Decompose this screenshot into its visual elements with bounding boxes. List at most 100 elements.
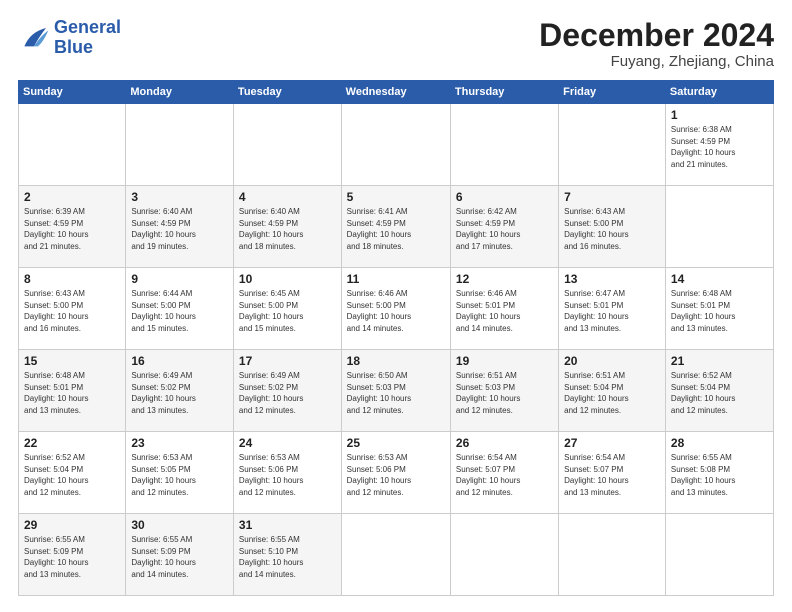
calendar-cell: 18 Sunrise: 6:50 AM Sunset: 5:03 PM Dayli… (341, 350, 450, 432)
calendar-cell: 16Sunrise: 6:49 AM Sunset: 5:02 PM Dayli… (126, 350, 234, 432)
calendar-cell: 1 Sunrise: 6:38 AM Sunset: 4:59 PM Daylig… (665, 104, 773, 186)
day-number: 4 (239, 190, 336, 204)
calendar-header-row: Sunday Monday Tuesday Wednesday Thursday… (19, 81, 774, 104)
day-number: 26 (456, 436, 553, 450)
day-number: 7 (564, 190, 660, 204)
calendar-cell (559, 104, 666, 186)
day-info: Sunrise: 6:54 AM Sunset: 5:07 PM Dayligh… (564, 452, 660, 498)
calendar-cell: 5 Sunrise: 6:41 AM Sunset: 4:59 PM Daylig… (341, 186, 450, 268)
day-number: 30 (131, 518, 228, 532)
calendar-cell: 24Sunrise: 6:53 AM Sunset: 5:06 PM Dayli… (233, 432, 341, 514)
col-monday: Monday (126, 81, 234, 104)
calendar-cell: 22 Sunrise: 6:52 AM Sunset: 5:04 PM Dayli… (19, 432, 126, 514)
calendar-cell: 29Sunrise: 6:55 AM Sunset: 5:09 PM Dayli… (19, 514, 126, 596)
calendar-cell (233, 104, 341, 186)
day-number: 24 (239, 436, 336, 450)
calendar-cell (450, 104, 558, 186)
calendar-table: Sunday Monday Tuesday Wednesday Thursday… (18, 80, 774, 596)
day-info: Sunrise: 6:51 AM Sunset: 5:03 PM Dayligh… (456, 370, 553, 416)
day-number: 19 (456, 354, 553, 368)
day-number: 12 (456, 272, 553, 286)
day-info: Sunrise: 6:48 AM Sunset: 5:01 PM Dayligh… (24, 370, 120, 416)
logo-line2: Blue (54, 38, 121, 58)
day-info: Sunrise: 6:55 AM Sunset: 5:10 PM Dayligh… (239, 534, 336, 580)
day-info: Sunrise: 6:43 AM Sunset: 5:00 PM Dayligh… (564, 206, 660, 252)
logo-icon (18, 24, 50, 52)
day-number: 18 (347, 354, 445, 368)
day-info: Sunrise: 6:44 AM Sunset: 5:00 PM Dayligh… (131, 288, 228, 334)
day-info: Sunrise: 6:54 AM Sunset: 5:07 PM Dayligh… (456, 452, 553, 498)
day-info: Sunrise: 6:47 AM Sunset: 5:01 PM Dayligh… (564, 288, 660, 334)
col-tuesday: Tuesday (233, 81, 341, 104)
day-number: 16 (131, 354, 228, 368)
calendar-cell (19, 104, 126, 186)
day-info: Sunrise: 6:40 AM Sunset: 4:59 PM Dayligh… (239, 206, 336, 252)
calendar-cell: 13Sunrise: 6:47 AM Sunset: 5:01 PM Dayli… (559, 268, 666, 350)
calendar-week-row: 8 Sunrise: 6:43 AM Sunset: 5:00 PM Daylig… (19, 268, 774, 350)
day-info: Sunrise: 6:38 AM Sunset: 4:59 PM Dayligh… (671, 124, 768, 170)
title-block: December 2024 Fuyang, Zhejiang, China (539, 18, 774, 70)
calendar-cell: 3Sunrise: 6:40 AM Sunset: 4:59 PM Daylig… (126, 186, 234, 268)
day-number: 17 (239, 354, 336, 368)
day-number: 3 (131, 190, 228, 204)
day-number: 25 (347, 436, 445, 450)
col-sunday: Sunday (19, 81, 126, 104)
day-info: Sunrise: 6:55 AM Sunset: 5:09 PM Dayligh… (131, 534, 228, 580)
day-number: 11 (347, 272, 445, 286)
day-number: 1 (671, 108, 768, 122)
calendar-week-row: 1 Sunrise: 6:38 AM Sunset: 4:59 PM Daylig… (19, 104, 774, 186)
calendar-cell (341, 514, 450, 596)
calendar-cell (665, 514, 773, 596)
day-number: 21 (671, 354, 768, 368)
calendar-week-row: 29Sunrise: 6:55 AM Sunset: 5:09 PM Dayli… (19, 514, 774, 596)
day-number: 6 (456, 190, 553, 204)
header: General Blue December 2024 Fuyang, Zheji… (18, 18, 774, 70)
day-info: Sunrise: 6:55 AM Sunset: 5:08 PM Dayligh… (671, 452, 768, 498)
calendar-cell (559, 514, 666, 596)
calendar-cell: 20 Sunrise: 6:51 AM Sunset: 5:04 PM Dayli… (559, 350, 666, 432)
day-number: 31 (239, 518, 336, 532)
day-info: Sunrise: 6:55 AM Sunset: 5:09 PM Dayligh… (24, 534, 120, 580)
location-subtitle: Fuyang, Zhejiang, China (539, 53, 774, 70)
calendar-cell: 31 Sunrise: 6:55 AM Sunset: 5:10 PM Dayli… (233, 514, 341, 596)
day-info: Sunrise: 6:50 AM Sunset: 5:03 PM Dayligh… (347, 370, 445, 416)
day-number: 5 (347, 190, 445, 204)
day-info: Sunrise: 6:42 AM Sunset: 4:59 PM Dayligh… (456, 206, 553, 252)
day-info: Sunrise: 6:41 AM Sunset: 4:59 PM Dayligh… (347, 206, 445, 252)
calendar-cell: 19 Sunrise: 6:51 AM Sunset: 5:03 PM Dayli… (450, 350, 558, 432)
day-info: Sunrise: 6:52 AM Sunset: 5:04 PM Dayligh… (24, 452, 120, 498)
day-number: 9 (131, 272, 228, 286)
day-number: 10 (239, 272, 336, 286)
calendar-week-row: 22 Sunrise: 6:52 AM Sunset: 5:04 PM Dayli… (19, 432, 774, 514)
day-number: 2 (24, 190, 120, 204)
calendar-cell: 12Sunrise: 6:46 AM Sunset: 5:01 PM Dayli… (450, 268, 558, 350)
day-info: Sunrise: 6:43 AM Sunset: 5:00 PM Dayligh… (24, 288, 120, 334)
day-info: Sunrise: 6:45 AM Sunset: 5:00 PM Dayligh… (239, 288, 336, 334)
calendar-cell: 30 Sunrise: 6:55 AM Sunset: 5:09 PM Dayli… (126, 514, 234, 596)
calendar-cell: 4 Sunrise: 6:40 AM Sunset: 4:59 PM Daylig… (233, 186, 341, 268)
col-wednesday: Wednesday (341, 81, 450, 104)
month-title: December 2024 (539, 18, 774, 53)
calendar-cell: 25Sunrise: 6:53 AM Sunset: 5:06 PM Dayli… (341, 432, 450, 514)
calendar-cell: 23 Sunrise: 6:53 AM Sunset: 5:05 PM Dayli… (126, 432, 234, 514)
day-info: Sunrise: 6:51 AM Sunset: 5:04 PM Dayligh… (564, 370, 660, 416)
calendar-cell: 10 Sunrise: 6:45 AM Sunset: 5:00 PM Dayli… (233, 268, 341, 350)
day-number: 20 (564, 354, 660, 368)
calendar-cell: 6 Sunrise: 6:42 AM Sunset: 4:59 PM Daylig… (450, 186, 558, 268)
calendar-cell: 15 Sunrise: 6:48 AM Sunset: 5:01 PM Dayli… (19, 350, 126, 432)
calendar-cell: 9 Sunrise: 6:44 AM Sunset: 5:00 PM Daylig… (126, 268, 234, 350)
day-info: Sunrise: 6:53 AM Sunset: 5:05 PM Dayligh… (131, 452, 228, 498)
logo: General Blue (18, 18, 121, 58)
calendar-cell: 7 Sunrise: 6:43 AM Sunset: 5:00 PM Daylig… (559, 186, 666, 268)
day-number: 22 (24, 436, 120, 450)
calendar-cell (450, 514, 558, 596)
day-number: 14 (671, 272, 768, 286)
day-info: Sunrise: 6:46 AM Sunset: 5:00 PM Dayligh… (347, 288, 445, 334)
day-number: 8 (24, 272, 120, 286)
day-number: 23 (131, 436, 228, 450)
day-info: Sunrise: 6:39 AM Sunset: 4:59 PM Dayligh… (24, 206, 120, 252)
calendar-cell: 17Sunrise: 6:49 AM Sunset: 5:02 PM Dayli… (233, 350, 341, 432)
day-number: 15 (24, 354, 120, 368)
calendar-cell: 28Sunrise: 6:55 AM Sunset: 5:08 PM Dayli… (665, 432, 773, 514)
day-info: Sunrise: 6:48 AM Sunset: 5:01 PM Dayligh… (671, 288, 768, 334)
